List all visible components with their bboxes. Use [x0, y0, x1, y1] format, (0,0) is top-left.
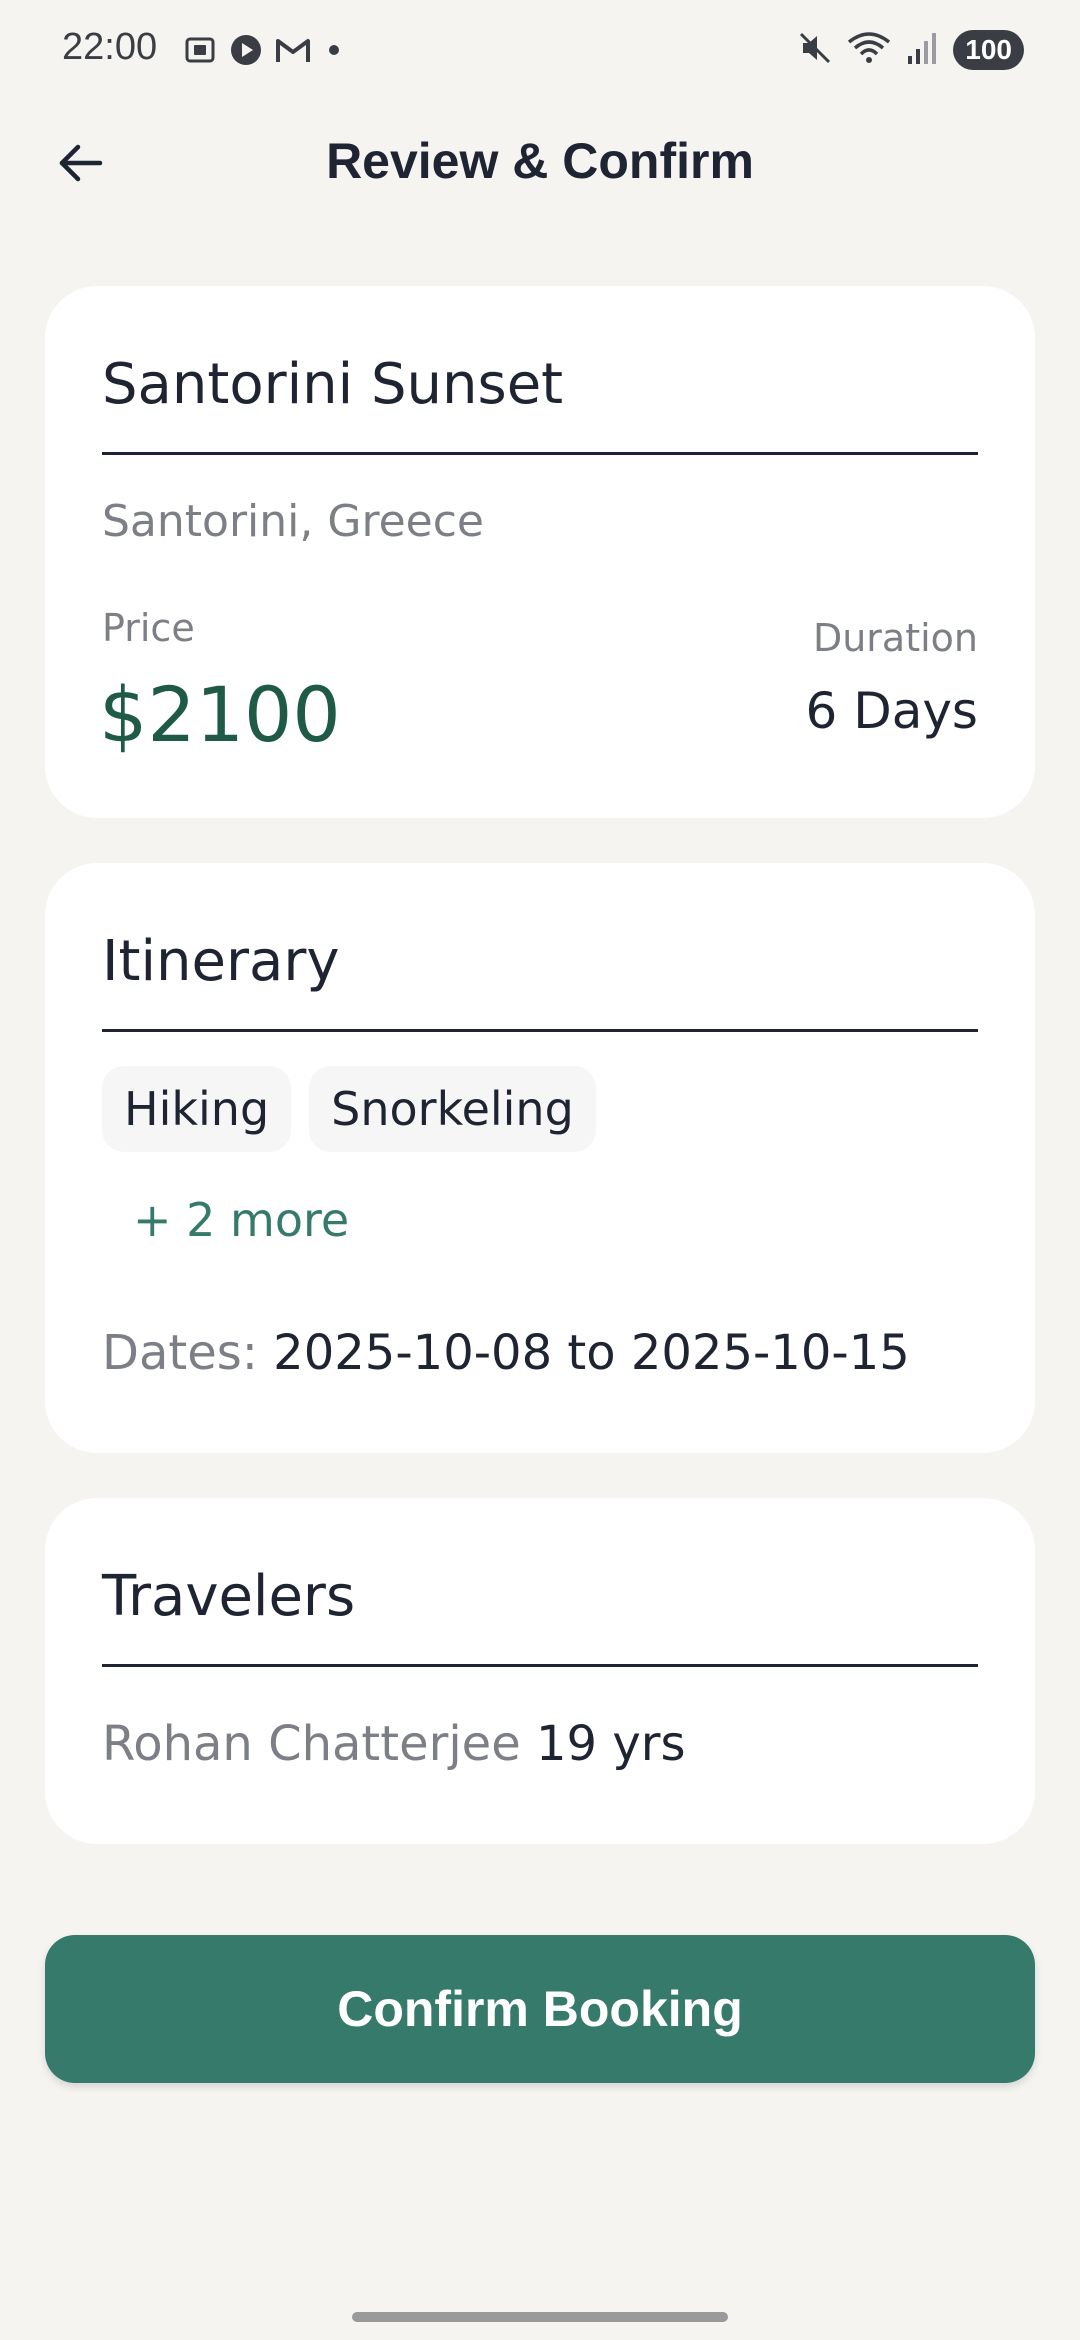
media-icon — [228, 32, 264, 68]
price-label: Price — [102, 606, 195, 650]
duration-label: Duration — [812, 616, 978, 660]
activity-chips: Hiking Snorkeling — [102, 1066, 596, 1152]
trip-name: Santorini Sunset — [102, 352, 564, 417]
notification-dot-icon — [322, 32, 346, 68]
price-value: $2100 — [99, 670, 341, 759]
traveler-age: 19 yrs — [536, 1716, 686, 1772]
activity-chip: Hiking — [102, 1066, 292, 1152]
confirm-booking-button[interactable]: Confirm Booking — [45, 1935, 1035, 2083]
gesture-nav-handle[interactable] — [352, 2312, 728, 2322]
traveler-name: Rohan Chatterjee — [102, 1716, 521, 1772]
signal-icon — [905, 30, 939, 70]
status-time: 22:00 — [62, 26, 158, 68]
traveler-row: Rohan Chatterjee 19 yrs — [102, 1716, 685, 1772]
dates-line: Dates: 2025-10-08 to 2025-10-15 — [102, 1325, 910, 1381]
divider — [102, 1664, 978, 1667]
status-left-icons — [182, 30, 346, 70]
dates-value: 2025-10-08 to 2025-10-15 — [273, 1325, 910, 1381]
travelers-card: Travelers Rohan Chatterjee 19 yrs — [45, 1498, 1035, 1844]
mute-icon — [797, 30, 833, 70]
status-bar: 22:00 100 — [0, 0, 1080, 100]
duration-value: 6 Days — [805, 682, 979, 740]
page-title: Review & Confirm — [326, 133, 754, 189]
screenshot-icon — [182, 32, 218, 68]
itinerary-title: Itinerary — [102, 929, 340, 994]
divider — [102, 1029, 978, 1032]
activity-chip: Snorkeling — [309, 1066, 596, 1152]
gmail-icon — [274, 32, 312, 68]
dates-label: Dates: — [102, 1325, 258, 1381]
divider — [102, 452, 978, 455]
header: Review & Confirm — [0, 100, 1080, 230]
status-right-icons: 100 — [797, 28, 1024, 72]
battery-icon: 100 — [953, 30, 1024, 70]
trip-location: Santorini, Greece — [102, 496, 484, 547]
more-activities-link[interactable]: + 2 more — [133, 1193, 349, 1247]
itinerary-card: Itinerary Hiking Snorkeling + 2 more Dat… — [45, 863, 1035, 1453]
travelers-title: Travelers — [102, 1564, 356, 1629]
trip-summary-card: Santorini Sunset Santorini, Greece Price… — [45, 286, 1035, 818]
wifi-icon — [847, 30, 891, 70]
